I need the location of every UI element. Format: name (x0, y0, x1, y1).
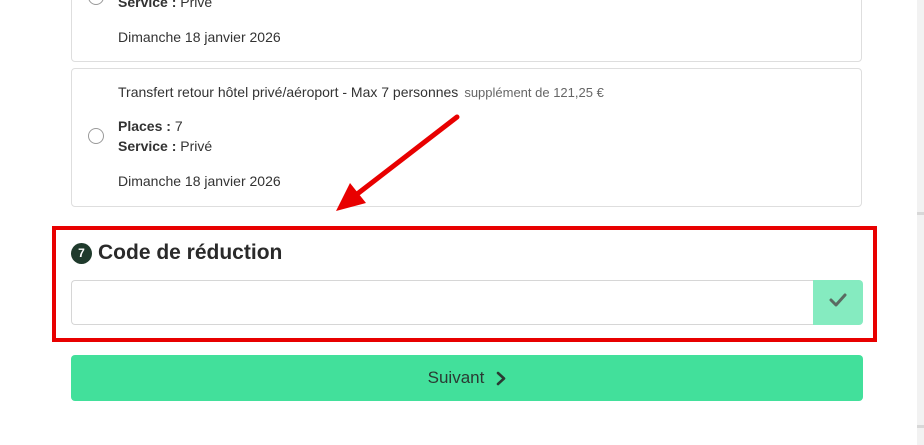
places-label: Places : (118, 118, 171, 134)
section-title: Code de réduction (98, 241, 283, 264)
scrollbar-track[interactable] (917, 0, 924, 445)
discount-code-input[interactable] (71, 280, 813, 325)
option-service: Service : Privé (118, 0, 212, 11)
chevron-right-icon (496, 371, 506, 386)
option-radio[interactable] (88, 0, 104, 5)
service-value: Privé (180, 138, 213, 154)
transfer-option-card[interactable]: Service : Privé Dimanche 18 janvier 2026 (71, 0, 862, 62)
step-number-badge: 7 (71, 243, 92, 264)
option-title-line: Transfert retour hôtel privé/aéroport - … (118, 84, 604, 101)
apply-code-button[interactable] (813, 280, 863, 325)
option-radio[interactable] (88, 128, 104, 144)
check-icon (829, 293, 847, 312)
option-date: Dimanche 18 janvier 2026 (118, 173, 281, 189)
scrollbar-mark (917, 425, 924, 428)
places-value: 7 (174, 118, 183, 134)
next-button[interactable]: Suivant (71, 355, 863, 401)
option-date: Dimanche 18 janvier 2026 (118, 29, 281, 45)
option-title: Transfert retour hôtel privé/aéroport - … (118, 84, 459, 100)
transfer-option-card[interactable]: Transfert retour hôtel privé/aéroport - … (71, 68, 862, 207)
service-label: Service : (118, 138, 177, 154)
option-places: Places : 7 (118, 118, 183, 135)
option-service: Service : Privé (118, 138, 212, 155)
service-value: Privé (180, 0, 213, 10)
scrollbar-mark (917, 212, 924, 215)
service-label: Service : (118, 0, 177, 10)
option-supplement: supplément de 121,25 € (464, 85, 604, 100)
next-button-label: Suivant (427, 368, 485, 387)
